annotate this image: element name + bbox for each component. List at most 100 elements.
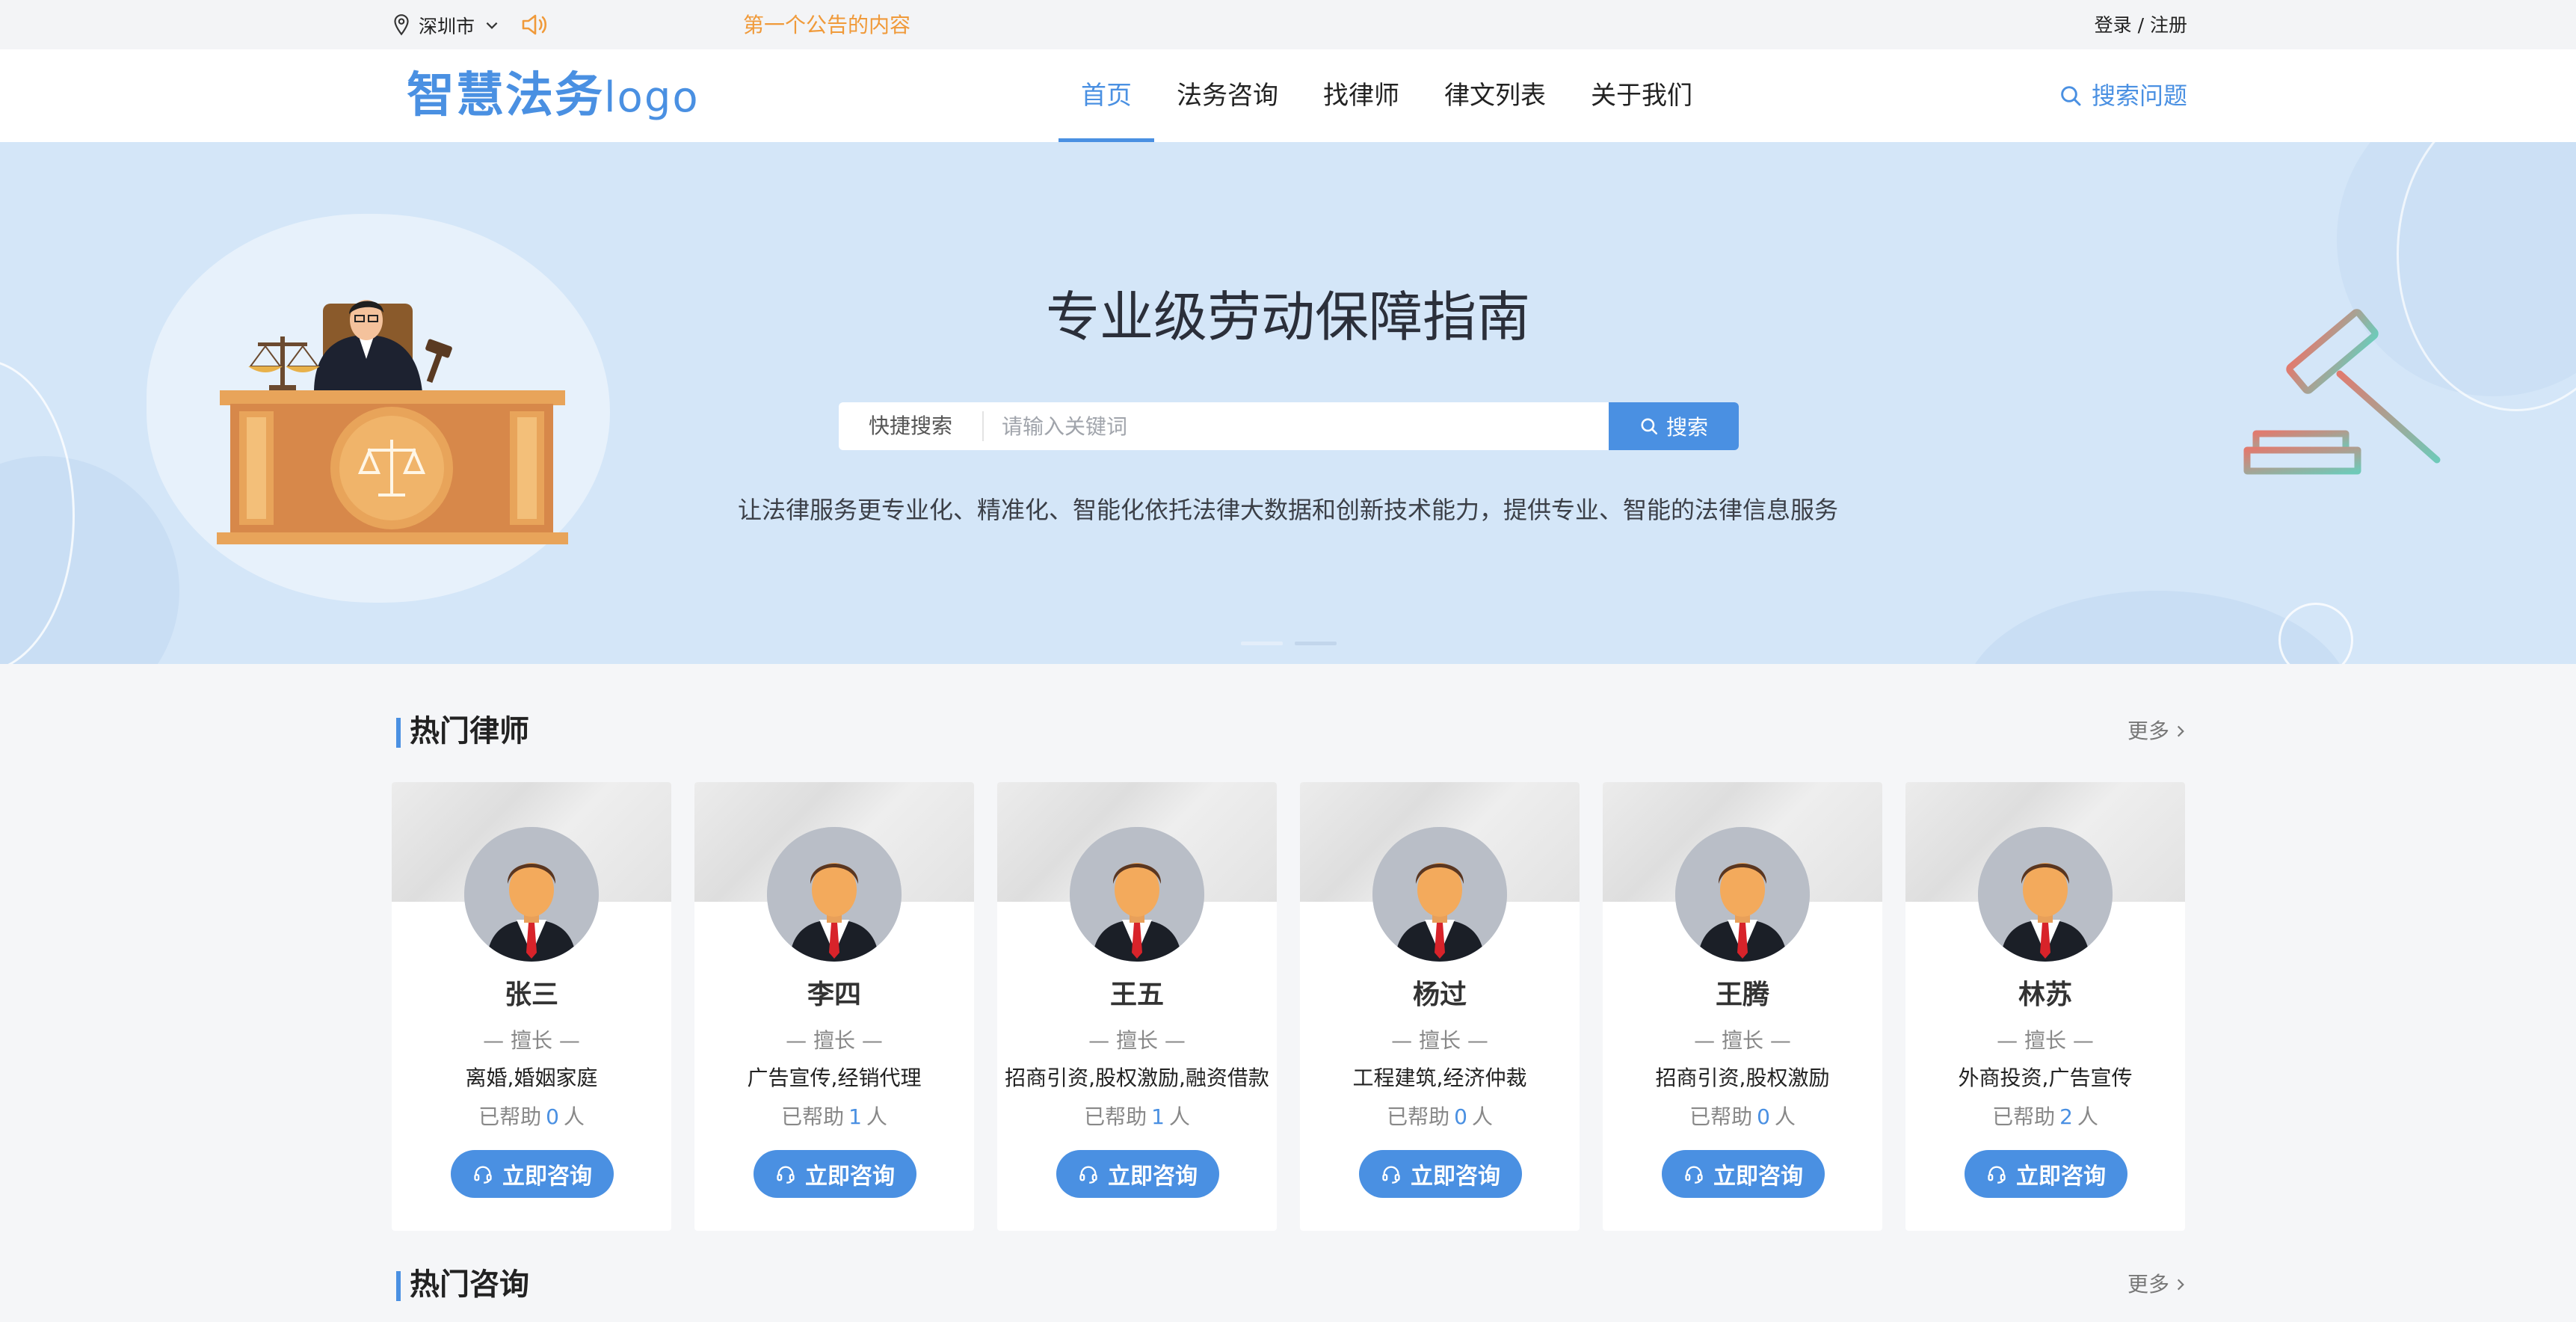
quick-search-label: 快捷搜索 bbox=[839, 411, 984, 441]
helped-count: 已帮助 0 人 bbox=[1689, 1104, 1796, 1129]
lawyer-avatar bbox=[1978, 827, 2113, 962]
consult-now-button[interactable]: 立即咨询 bbox=[1359, 1150, 1522, 1198]
consult-button-label: 立即咨询 bbox=[1713, 1163, 1803, 1190]
helped-count: 已帮助 1 人 bbox=[1084, 1104, 1190, 1129]
lawyer-fields: 工程建筑,经济仲裁 bbox=[1352, 1066, 1527, 1090]
helped-count: 已帮助 0 人 bbox=[1387, 1104, 1493, 1129]
lawyer-avatar bbox=[464, 827, 599, 962]
chevron-down-icon bbox=[486, 22, 498, 29]
consult-button-label: 立即咨询 bbox=[805, 1163, 895, 1190]
lawyer-avatar bbox=[1675, 827, 1810, 962]
lawyer-cards: 张三 — 擅长 — 离婚,婚姻家庭 已帮助 0 人 立即咨询 李四 — 擅长 — 广… bbox=[392, 782, 2185, 1231]
lawyer-avatar bbox=[767, 827, 902, 962]
lawyer-name: 王腾 bbox=[1715, 980, 1769, 1010]
hot-lawyers-header: 热门律师 更多 bbox=[396, 709, 2187, 754]
helped-count: 已帮助 1 人 bbox=[781, 1104, 887, 1129]
headset-icon bbox=[1988, 1166, 2006, 1184]
nav-about[interactable]: 关于我们 bbox=[1568, 49, 1715, 142]
lawyer-name: 杨过 bbox=[1412, 980, 1467, 1010]
specialty-label: — 擅长 — bbox=[1088, 1028, 1186, 1053]
helped-count: 已帮助 0 人 bbox=[478, 1104, 585, 1129]
announcement-text[interactable]: 第一个公告的内容 bbox=[743, 10, 910, 40]
more-label: 更多 bbox=[2127, 719, 2169, 743]
lawyer-name: 张三 bbox=[504, 980, 558, 1010]
section-accent-bar bbox=[396, 1271, 401, 1301]
lawyer-avatar bbox=[1070, 827, 1204, 962]
carousel-dot[interactable] bbox=[1241, 642, 1283, 645]
main-nav: 首页 法务咨询 找律师 律文列表 关于我们 bbox=[1059, 49, 1715, 142]
consult-button-label: 立即咨询 bbox=[1108, 1163, 1198, 1190]
keyword-search-input[interactable] bbox=[984, 402, 1609, 450]
logo-sub-text: logo bbox=[604, 73, 700, 122]
more-label: 更多 bbox=[2127, 1272, 2169, 1297]
lawyer-card[interactable]: 李四 — 擅长 — 广告宣传,经销代理 已帮助 1 人 立即咨询 bbox=[694, 782, 974, 1231]
section-accent-bar bbox=[396, 718, 401, 748]
lawyer-fields: 招商引资,股权激励 bbox=[1655, 1066, 1830, 1090]
headset-icon bbox=[1685, 1166, 1703, 1184]
lawyer-card[interactable]: 张三 — 擅长 — 离婚,婚姻家庭 已帮助 0 人 立即咨询 bbox=[392, 782, 671, 1231]
consult-now-button[interactable]: 立即咨询 bbox=[1056, 1150, 1219, 1198]
lawyer-fields: 招商引资,股权激励,融资借款 bbox=[1005, 1066, 1269, 1090]
speaker-icon bbox=[522, 14, 547, 35]
nav-articles[interactable]: 律文列表 bbox=[1422, 49, 1568, 142]
helped-count: 已帮助 2 人 bbox=[1992, 1104, 2098, 1129]
search-icon bbox=[1641, 418, 1658, 435]
top-bar: 深圳市 第一个公告的内容 登录 / 注册 bbox=[0, 0, 2576, 49]
headset-icon bbox=[1382, 1166, 1400, 1184]
search-question-label: 搜索问题 bbox=[2091, 82, 2187, 110]
lawyer-name: 王五 bbox=[1109, 980, 1164, 1010]
consult-button-label: 立即咨询 bbox=[1411, 1163, 1500, 1190]
section-title: 热门咨询 bbox=[410, 1267, 529, 1302]
banner-title: 专业级劳动保障指南 bbox=[1045, 286, 1530, 348]
lawyer-fields: 外商投资,广告宣传 bbox=[1958, 1066, 2133, 1090]
consult-button-label: 立即咨询 bbox=[2016, 1163, 2106, 1190]
carousel-indicators bbox=[1241, 642, 1349, 645]
headset-icon bbox=[1079, 1166, 1097, 1184]
quick-search-box: 快捷搜索 搜索 bbox=[839, 402, 1739, 450]
more-link[interactable]: 更多 bbox=[2127, 716, 2187, 746]
consult-now-button[interactable]: 立即咨询 bbox=[1662, 1150, 1825, 1198]
lawyer-name: 李四 bbox=[807, 980, 861, 1010]
nav-home[interactable]: 首页 bbox=[1059, 49, 1154, 142]
specialty-label: — 擅长 — bbox=[1694, 1028, 1791, 1053]
main-header: 智慧法务logo 首页 法务咨询 找律师 律文列表 关于我们 搜索问题 bbox=[0, 49, 2576, 142]
lawyer-name: 林苏 bbox=[2018, 980, 2072, 1010]
headset-icon bbox=[474, 1166, 492, 1184]
lawyer-avatar bbox=[1372, 827, 1507, 962]
logo-text: 智慧法务 bbox=[407, 68, 604, 123]
city-selector[interactable]: 深圳市 bbox=[392, 10, 500, 40]
specialty-label: — 擅长 — bbox=[483, 1028, 580, 1053]
section-title: 热门律师 bbox=[410, 714, 529, 748]
search-button-label: 搜索 bbox=[1666, 415, 1708, 440]
login-register-link[interactable]: 登录 / 注册 bbox=[2095, 10, 2187, 40]
nav-find-lawyer[interactable]: 找律师 bbox=[1301, 49, 1422, 142]
chevron-right-icon bbox=[2177, 1279, 2184, 1291]
search-button[interactable]: 搜索 bbox=[1609, 402, 1739, 450]
consult-now-button[interactable]: 立即咨询 bbox=[1965, 1150, 2127, 1198]
consult-now-button[interactable]: 立即咨询 bbox=[754, 1150, 916, 1198]
hero-banner: 专业级劳动保障指南 快捷搜索 搜索 让法律服务更专业化、精准化、智能化依托法律大… bbox=[0, 142, 2576, 664]
lawyer-card[interactable]: 杨过 — 擅长 — 工程建筑,经济仲裁 已帮助 0 人 立即咨询 bbox=[1300, 782, 1580, 1231]
consult-button-label: 立即咨询 bbox=[502, 1163, 592, 1190]
lawyer-card[interactable]: 王腾 — 擅长 — 招商引资,股权激励 已帮助 0 人 立即咨询 bbox=[1603, 782, 1882, 1231]
search-question-link[interactable]: 搜索问题 bbox=[2059, 79, 2187, 112]
consult-now-button[interactable]: 立即咨询 bbox=[451, 1150, 614, 1198]
city-name: 深圳市 bbox=[419, 16, 475, 37]
headset-icon bbox=[777, 1166, 795, 1184]
carousel-dot[interactable] bbox=[1295, 642, 1337, 645]
chevron-right-icon bbox=[2177, 725, 2184, 737]
specialty-label: — 擅长 — bbox=[1391, 1028, 1488, 1053]
banner-slogan: 让法律服务更专业化、精准化、智能化依托法律大数据和创新技术能力，提供专业、智能的… bbox=[737, 496, 1838, 524]
lawyer-card[interactable]: 林苏 — 擅长 — 外商投资,广告宣传 已帮助 2 人 立即咨询 bbox=[1905, 782, 2185, 1231]
decor-ring bbox=[2278, 603, 2353, 664]
hot-consult-header: 热门咨询 更多 bbox=[396, 1262, 2187, 1307]
specialty-label: — 擅长 — bbox=[1997, 1028, 2094, 1053]
more-link[interactable]: 更多 bbox=[2127, 1270, 2187, 1300]
lawyer-card[interactable]: 王五 — 擅长 — 招商引资,股权激励,融资借款 已帮助 1 人 立即咨询 bbox=[997, 782, 1277, 1231]
lawyer-fields: 离婚,婚姻家庭 bbox=[465, 1066, 598, 1090]
lawyer-fields: 广告宣传,经销代理 bbox=[747, 1066, 922, 1090]
nav-legal-consult[interactable]: 法务咨询 bbox=[1154, 49, 1301, 142]
location-pin-icon bbox=[394, 14, 409, 36]
site-logo[interactable]: 智慧法务logo bbox=[407, 66, 700, 128]
specialty-label: — 擅长 — bbox=[786, 1028, 883, 1053]
